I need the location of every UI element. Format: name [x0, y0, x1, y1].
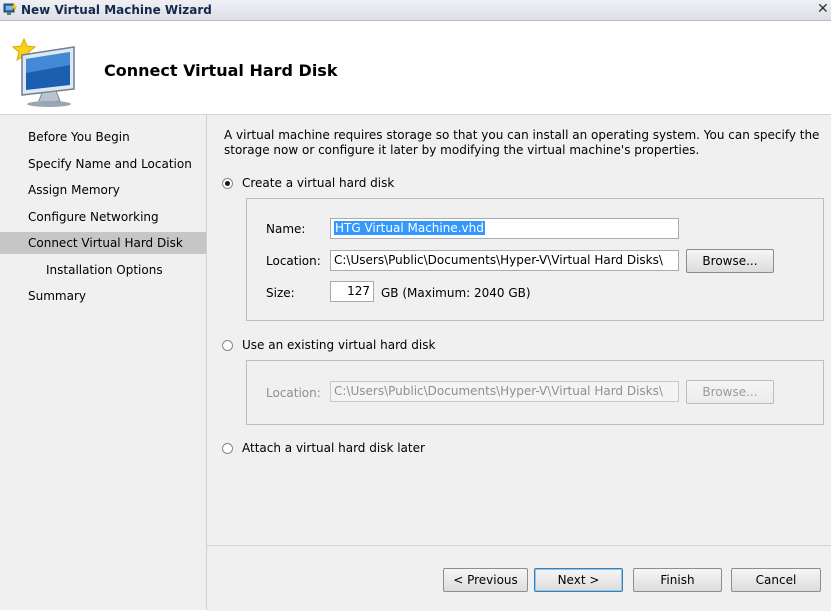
size-maximum-label: GB (Maximum: 2040 GB) — [381, 286, 531, 300]
vhd-size-input[interactable]: 127 — [330, 281, 374, 302]
create-disk-radio[interactable]: Create a virtual hard disk — [222, 176, 394, 190]
wizard-app-icon — [3, 3, 17, 15]
existing-disk-group: Location: C:\Users\Public\Documents\Hype… — [246, 360, 824, 425]
size-label: Size: — [266, 286, 295, 300]
attach-later-radio[interactable]: Attach a virtual hard disk later — [222, 441, 425, 455]
storage-description: A virtual machine requires storage so th… — [224, 128, 820, 157]
cancel-button[interactable]: Cancel — [731, 568, 821, 592]
vhd-name-value: HTG Virtual Machine.vhd — [334, 221, 485, 235]
radio-unselected-indicator[interactable] — [222, 442, 233, 454]
page-heading: Connect Virtual Hard Disk — [104, 61, 338, 80]
browse-button[interactable]: Browse... — [686, 249, 774, 273]
nav-item-specify-name-and-location[interactable]: Specify Name and Location — [0, 153, 206, 175]
existing-disk-radio[interactable]: Use an existing virtual hard disk — [222, 338, 435, 352]
wizard-footer: < Previous Next > Finish Cancel — [207, 545, 831, 611]
nav-item-summary[interactable]: Summary — [0, 285, 206, 307]
existing-browse-button[interactable]: Browse... — [686, 380, 774, 404]
existing-location-input[interactable]: C:\Users\Public\Documents\Hyper-V\Virtua… — [330, 381, 679, 402]
next-button[interactable]: Next > — [534, 568, 623, 592]
title-bar: New Virtual Machine Wizard ✕ — [0, 0, 831, 21]
main-panel: A virtual machine requires storage so th… — [207, 115, 831, 545]
vhd-location-input[interactable]: C:\Users\Public\Documents\Hyper-V\Virtua… — [330, 250, 679, 271]
create-disk-group: Name: HTG Virtual Machine.vhd Location: … — [246, 198, 824, 321]
window-title: New Virtual Machine Wizard — [21, 3, 212, 17]
nav-item-installation-options[interactable]: Installation Options — [0, 259, 206, 281]
wizard-steps-nav: Before You Begin Specify Name and Locati… — [0, 115, 207, 610]
name-label: Name: — [266, 222, 306, 236]
finish-button[interactable]: Finish — [633, 568, 722, 592]
vhd-name-input[interactable]: HTG Virtual Machine.vhd — [330, 218, 679, 239]
nav-item-assign-memory[interactable]: Assign Memory — [0, 179, 206, 201]
existing-disk-label: Use an existing virtual hard disk — [242, 338, 436, 352]
wizard-header: Connect Virtual Hard Disk — [0, 21, 831, 115]
previous-button[interactable]: < Previous — [443, 568, 528, 592]
location-label: Location: — [266, 254, 321, 268]
nav-item-connect-virtual-hard-disk[interactable]: Connect Virtual Hard Disk — [0, 232, 206, 254]
nav-item-before-you-begin[interactable]: Before You Begin — [0, 126, 206, 148]
attach-later-label: Attach a virtual hard disk later — [242, 441, 425, 455]
radio-selected-indicator[interactable] — [222, 177, 233, 189]
create-disk-label: Create a virtual hard disk — [242, 176, 395, 190]
new-virtual-machine-icon — [11, 37, 75, 107]
existing-location-label: Location: — [266, 386, 321, 400]
nav-item-configure-networking[interactable]: Configure Networking — [0, 206, 206, 228]
close-icon[interactable]: ✕ — [817, 1, 829, 17]
radio-unselected-indicator[interactable] — [222, 339, 233, 351]
